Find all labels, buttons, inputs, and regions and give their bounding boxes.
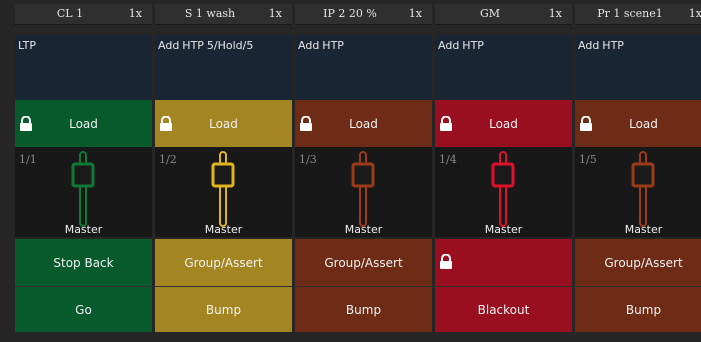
fader-tag: HTP <box>462 39 484 52</box>
fader-button-a-label: Group/Assert <box>184 255 263 270</box>
fader-button-b-label: Blackout <box>477 302 530 317</box>
lock-icon <box>299 115 313 132</box>
load-button[interactable]: Load <box>575 100 701 147</box>
fader-slider-area: 1/1 Master <box>15 147 152 237</box>
fader-rate: 1x <box>548 7 562 20</box>
fader-name: Pr 1 scene1 <box>597 7 663 20</box>
fader-button-b[interactable]: Bump <box>575 287 701 332</box>
fader-slider-handle[interactable] <box>630 151 656 231</box>
fader-button-b[interactable]: Bump <box>295 287 432 332</box>
fader-slider-handle[interactable] <box>490 151 516 231</box>
fader-button-a[interactable]: Stop Back <box>15 239 152 286</box>
fader-5: Pr 1 scene1 1x Add HTP Load 1/5 Master Group/As… <box>575 0 701 342</box>
fader-button-a[interactable]: Group/Assert <box>575 239 701 286</box>
lock-icon <box>579 115 593 132</box>
fader-tag: LTP <box>18 39 36 52</box>
load-button[interactable]: Load <box>15 100 152 147</box>
master-label: Master <box>484 223 523 236</box>
fader-header[interactable]: GM 1x <box>435 4 572 25</box>
lock-icon <box>439 115 453 132</box>
fader-button-b[interactable]: Bump <box>155 287 292 332</box>
load-label: Load <box>209 116 238 131</box>
fader-header[interactable]: S 1 wash 1x <box>155 4 292 25</box>
fader-button-a[interactable]: Group/Assert <box>295 239 432 286</box>
fader-slider-handle[interactable] <box>70 151 96 231</box>
fader-button-a[interactable]: Group/Assert <box>155 239 292 286</box>
fader-button-b-label: Bump <box>345 302 382 317</box>
fader-tag: Add <box>578 39 600 52</box>
fader-rate: 1x <box>408 7 422 20</box>
fader-button-b-label: Bump <box>625 302 662 317</box>
fader-button-b[interactable]: Blackout <box>435 287 572 332</box>
fader-slider-area: 1/3 Master <box>295 147 432 237</box>
fader-slider-handle[interactable] <box>350 151 376 231</box>
lock-icon <box>439 253 453 270</box>
fader-name: S 1 wash <box>184 7 236 20</box>
fader-button-a-label: Stop Back <box>53 255 114 270</box>
fader-tags: LTP <box>18 39 39 52</box>
fader-slider-handle[interactable] <box>210 151 236 231</box>
fader-tags: Add HTP <box>438 39 487 52</box>
master-label: Master <box>204 223 243 236</box>
fader-1: CL 1 1x LTP Load 1/1 Master Stop Back Go <box>15 0 152 342</box>
fader-button-b[interactable]: Go <box>15 287 152 332</box>
fader-index: 1/1 <box>19 153 37 166</box>
load-button[interactable]: Load <box>155 100 292 147</box>
master-label: Master <box>344 223 383 236</box>
fader-tags: Add HTP <box>578 39 627 52</box>
fader-tag: Add <box>158 39 180 52</box>
fader-index: 1/3 <box>299 153 317 166</box>
fader-info-panel: Add HTP <box>435 35 572 100</box>
fader-button-a[interactable] <box>435 239 572 286</box>
load-label: Load <box>629 116 658 131</box>
fader-slider-area: 1/5 Master <box>575 147 701 237</box>
fader-3: IP 2 20 % 1x Add HTP Load 1/3 Master Group/Asse… <box>295 0 432 342</box>
fader-tag: Add <box>298 39 320 52</box>
fader-tags: Add HTP <box>298 39 347 52</box>
fader-tag: Add <box>438 39 460 52</box>
load-label: Load <box>489 116 518 131</box>
fader-info-panel: Add HTP <box>575 35 701 100</box>
fader-rate: 1x <box>128 7 142 20</box>
fader-rate: 1x <box>268 7 282 20</box>
fader-button-a-label: Group/Assert <box>604 255 683 270</box>
lock-icon <box>19 115 33 132</box>
fader-info-panel: LTP <box>15 35 152 100</box>
fader-tag: HTP <box>182 39 204 52</box>
fader-tags: Add HTP 5/Hold/5 <box>158 39 256 52</box>
fader-name: IP 2 20 % <box>323 7 377 20</box>
fader-tag: HTP <box>322 39 344 52</box>
master-label: Master <box>624 223 663 236</box>
fader-rate: 1x <box>688 7 701 20</box>
fader-name: CL 1 <box>56 7 84 20</box>
fader-button-b-label: Go <box>75 302 92 317</box>
fader-info-panel: Add HTP <box>295 35 432 100</box>
fader-index: 1/4 <box>439 153 457 166</box>
fader-tag: 5/Hold/5 <box>206 39 254 52</box>
load-button[interactable]: Load <box>435 100 572 147</box>
fader-button-a-label: Group/Assert <box>324 255 403 270</box>
fader-header[interactable]: CL 1 1x <box>15 4 152 25</box>
load-label: Load <box>69 116 98 131</box>
fader-slider-area: 1/4 Master <box>435 147 572 237</box>
fader-button-b-label: Bump <box>205 302 242 317</box>
lock-icon <box>159 115 173 132</box>
fader-4: GM 1x Add HTP Load 1/4 Master Blackout <box>435 0 572 342</box>
fader-header[interactable]: Pr 1 scene1 1x <box>575 4 701 25</box>
fader-2: S 1 wash 1x Add HTP 5/Hold/5 Load 1/2 Master Gro… <box>155 0 292 342</box>
fader-slider-area: 1/2 Master <box>155 147 292 237</box>
fader-index: 1/2 <box>159 153 177 166</box>
load-button[interactable]: Load <box>295 100 432 147</box>
fader-tag: HTP <box>602 39 624 52</box>
fader-header[interactable]: IP 2 20 % 1x <box>295 4 432 25</box>
fader-info-panel: Add HTP 5/Hold/5 <box>155 35 292 100</box>
fader-index: 1/5 <box>579 153 597 166</box>
fader-name: GM <box>479 7 501 20</box>
load-label: Load <box>349 116 378 131</box>
master-label: Master <box>64 223 103 236</box>
